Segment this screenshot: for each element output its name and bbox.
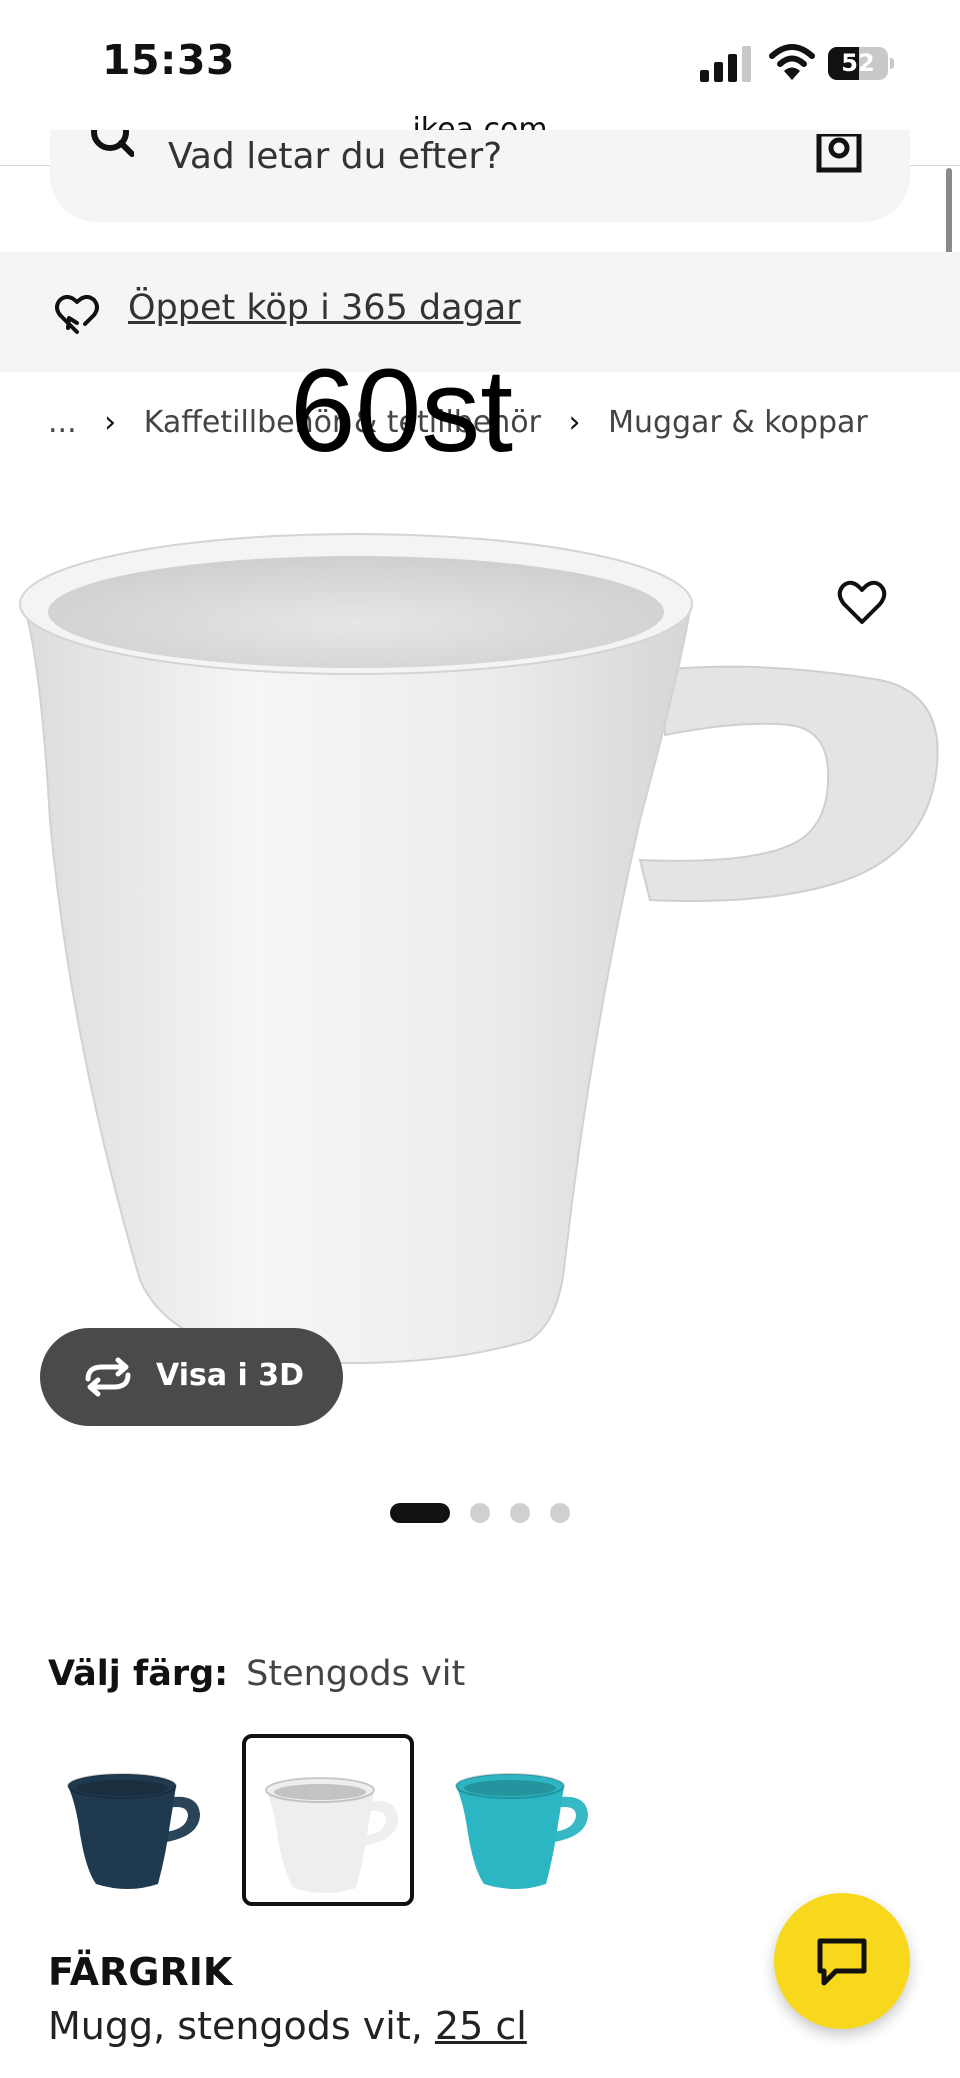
carousel-dot[interactable] (510, 1503, 530, 1523)
search-bar[interactable]: Vad letar du efter? (50, 130, 910, 222)
return-policy-link[interactable]: Öppet köp i 365 dagar (128, 288, 521, 328)
chat-button[interactable] (774, 1893, 910, 2029)
breadcrumb-ellipsis[interactable]: ... (48, 405, 77, 440)
mug-thumbnail (265, 1777, 398, 1893)
product-name: FÄRGRIK (48, 1950, 233, 1994)
search-icon[interactable] (90, 130, 134, 174)
chevron-right-icon: › (568, 405, 581, 440)
status-bar: 15:33 52 ikea.com (0, 0, 960, 147)
color-selector-label: Välj färg: Stengods vit (48, 1654, 465, 1694)
cellular-signal-icon (700, 46, 752, 82)
product-image[interactable] (0, 520, 960, 1460)
mug-thumbnail (67, 1773, 200, 1889)
status-time: 15:33 (102, 36, 236, 84)
color-swatch-turquoise[interactable] (436, 1734, 608, 1906)
carousel-dot[interactable] (390, 1503, 450, 1523)
battery-level: 52 (841, 49, 875, 77)
overlay-quantity-text: 60st (290, 345, 514, 477)
mug-thumbnail (455, 1773, 588, 1889)
breadcrumb-item-mugs-cups[interactable]: Muggar & koppar (608, 405, 868, 440)
search-input[interactable]: Vad letar du efter? (168, 136, 502, 177)
product-size-link[interactable]: 25 cl (435, 2004, 527, 2048)
selected-color: Stengods vit (246, 1654, 466, 1694)
view-3d-label: Visa i 3D (156, 1358, 305, 1393)
return-heart-icon (55, 295, 99, 334)
battery-icon: 52 (828, 47, 894, 80)
color-swatch-dark-blue[interactable] (48, 1734, 220, 1906)
camera-icon[interactable] (816, 134, 862, 174)
carousel-dot[interactable] (550, 1503, 570, 1523)
rotate-3d-icon (85, 1357, 131, 1397)
view-3d-button[interactable]: Visa i 3D (40, 1328, 343, 1426)
wifi-icon (769, 44, 815, 80)
chevron-right-icon: › (104, 405, 117, 440)
product-desc-text: Mugg, stengods vit, (48, 2004, 435, 2048)
carousel-dot[interactable] (470, 1503, 490, 1523)
color-swatch-white[interactable] (242, 1734, 414, 1906)
chat-icon (817, 1938, 867, 1986)
favorite-heart-icon[interactable] (836, 578, 888, 626)
color-label: Välj färg: (48, 1654, 229, 1694)
product-description: Mugg, stengods vit, 25 cl (48, 2004, 527, 2048)
